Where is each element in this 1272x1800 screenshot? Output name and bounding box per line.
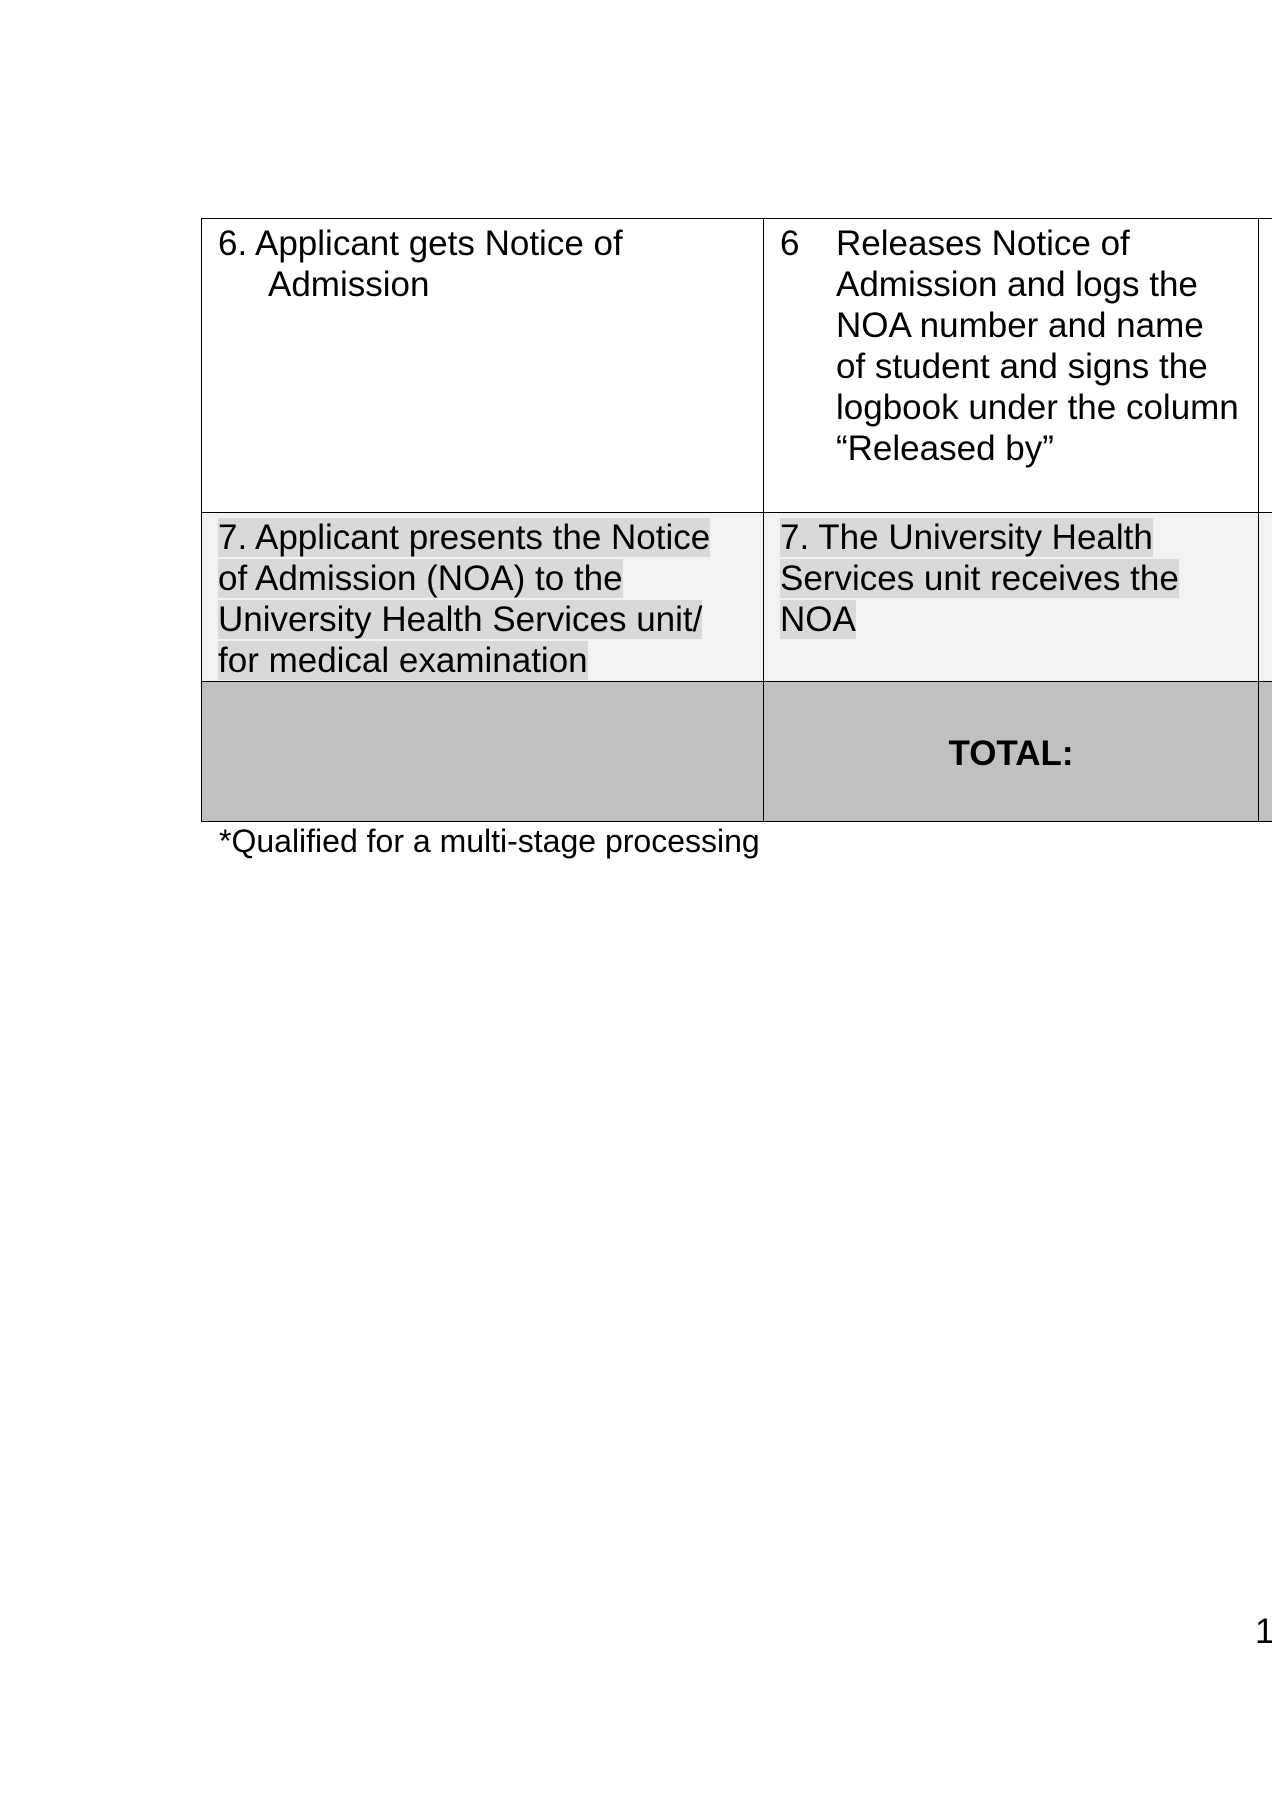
agency-action-7: 7. The University Health Services unit r… xyxy=(780,518,1179,639)
footnote: *Qualified for a multi-stage processing xyxy=(219,823,760,859)
agency-action-6: 6 Releases Notice of Admission and logs … xyxy=(780,223,1242,469)
agency-action-cell: 7. The University Health Services unit r… xyxy=(763,512,1259,682)
truncated-cell xyxy=(1258,681,1272,822)
client-step-7: 7. Applicant presents the Notice of Admi… xyxy=(218,518,711,680)
client-step-cell: 7. Applicant presents the Notice of Admi… xyxy=(201,512,764,682)
step-text: Applicant gets Notice of Admission xyxy=(255,224,623,304)
table-row: 7. Applicant presents the Notice of Admi… xyxy=(201,512,1272,682)
action-number: 6 xyxy=(780,224,800,263)
total-row: TOTAL: xyxy=(201,681,1272,822)
client-step-6: 6. Applicant gets Notice of Admission xyxy=(218,223,747,305)
total-empty-cell xyxy=(201,681,764,822)
action-text: Releases Notice of Admission and logs th… xyxy=(836,224,1239,468)
procedure-table: 6. Applicant gets Notice of Admission 6 … xyxy=(201,218,1272,822)
document-page: 6. Applicant gets Notice of Admission 6 … xyxy=(0,0,1272,1800)
table-row: 6. Applicant gets Notice of Admission 6 … xyxy=(201,218,1272,513)
page-number: 1 xyxy=(1255,1612,1272,1651)
step-number: 6. xyxy=(218,224,248,263)
truncated-cell xyxy=(1258,512,1272,682)
truncated-cell xyxy=(1258,218,1272,513)
agency-action-cell: 6 Releases Notice of Admission and logs … xyxy=(763,218,1259,513)
client-step-cell: 6. Applicant gets Notice of Admission xyxy=(201,218,764,513)
total-label: TOTAL: xyxy=(763,681,1259,822)
